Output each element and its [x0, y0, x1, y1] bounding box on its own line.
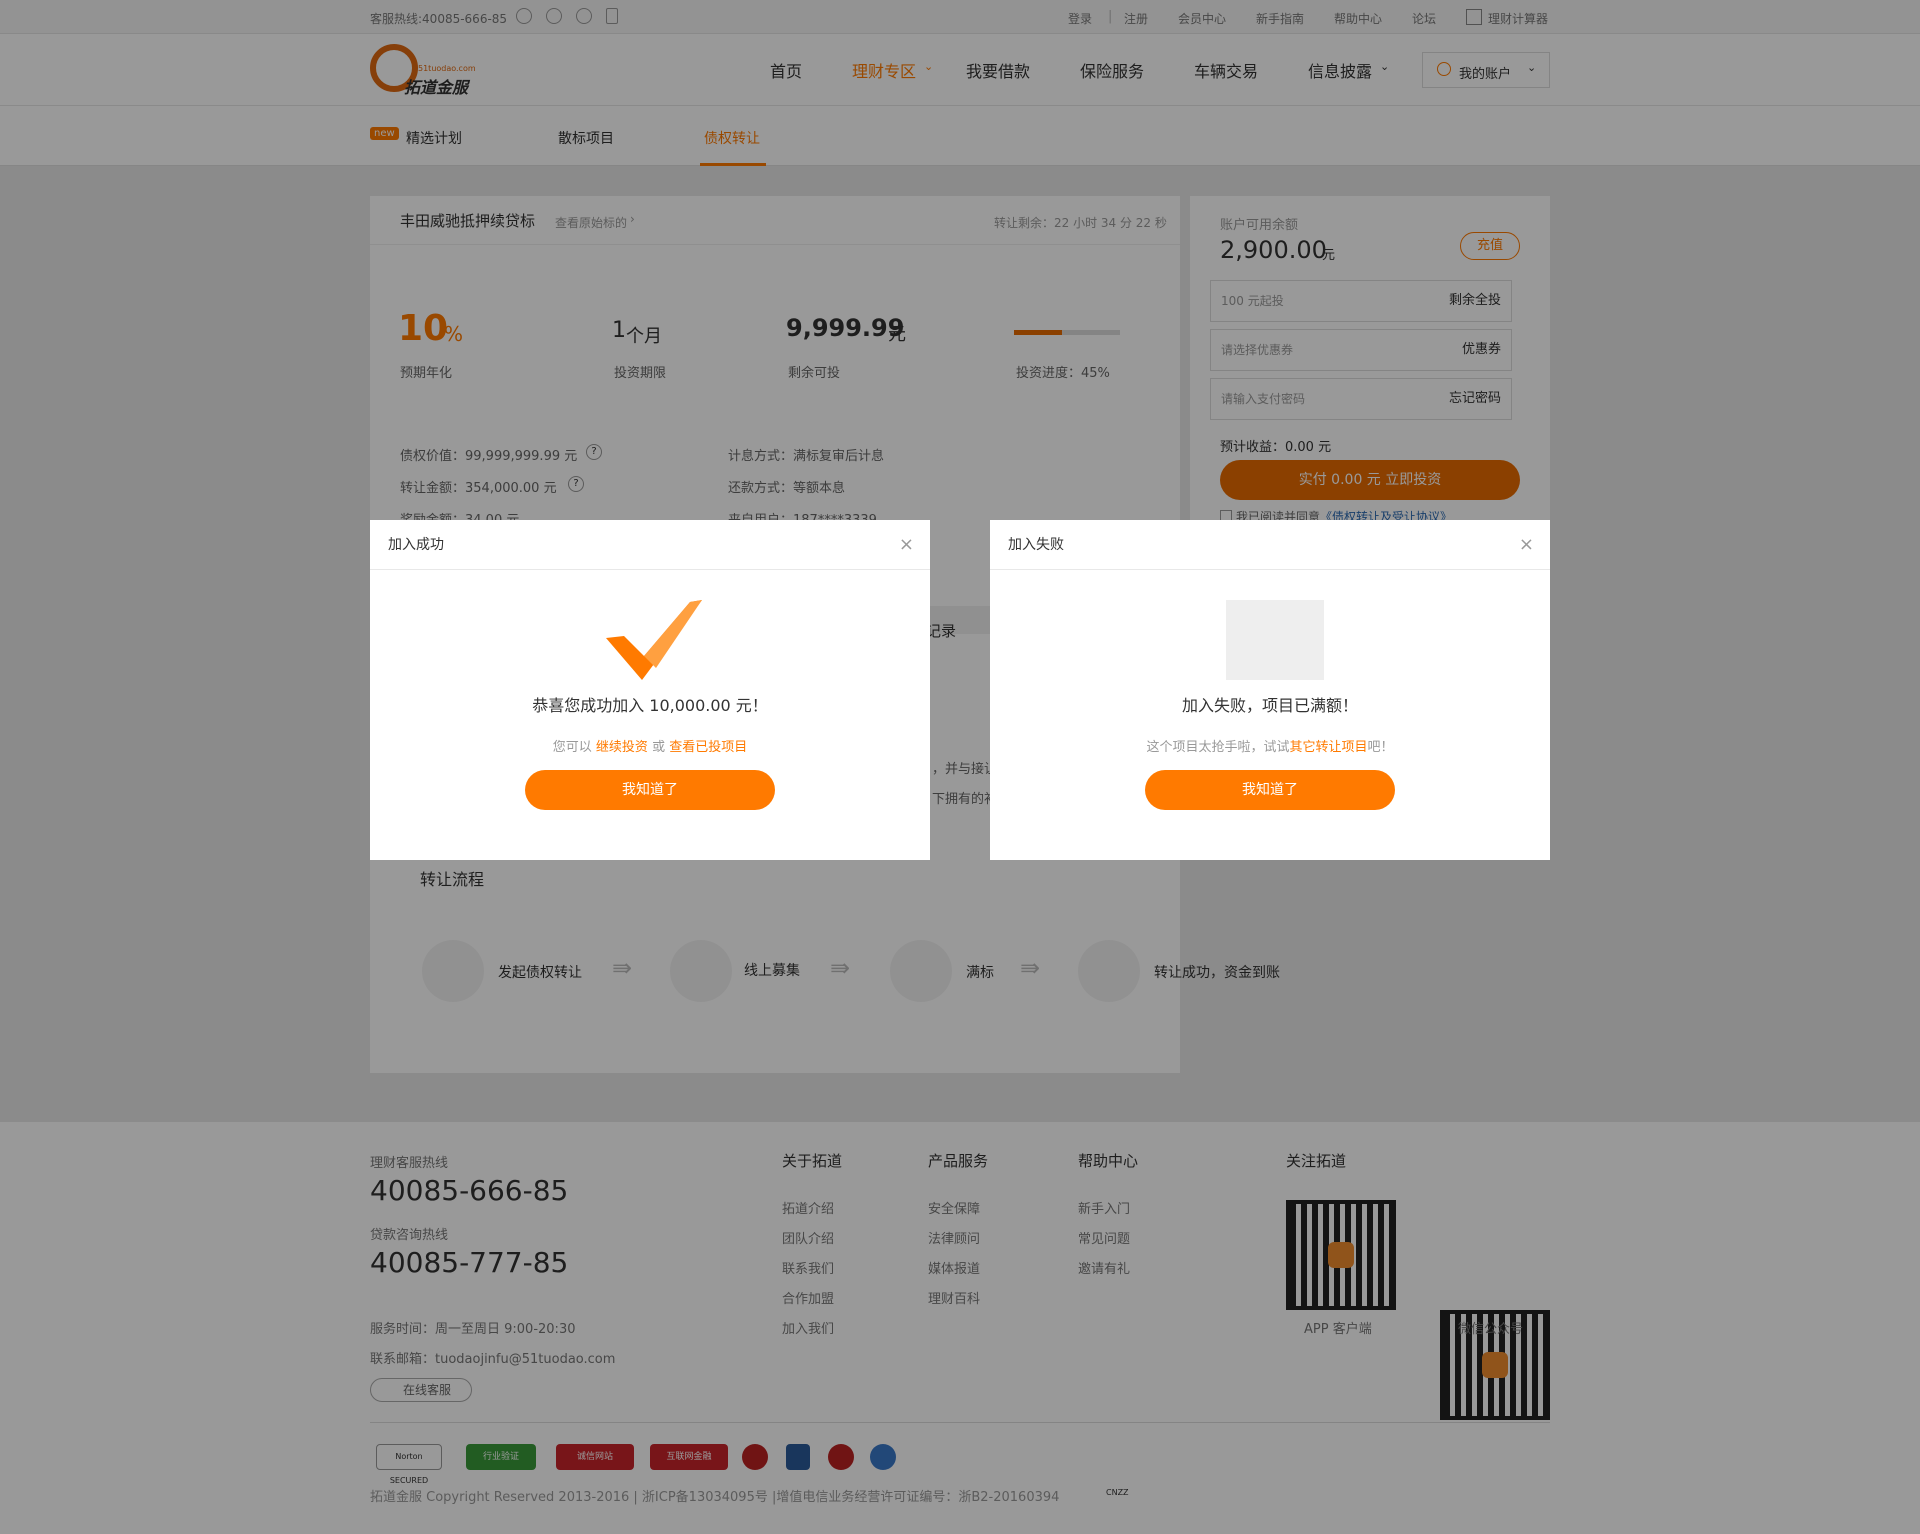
modal-header: 加入失败 × [990, 520, 1550, 570]
modal-title: 加入成功 [388, 537, 444, 553]
checkmark-icon [606, 600, 702, 680]
view-invested-link[interactable]: 查看已投项目 [669, 740, 747, 755]
success-message: 恭喜您成功加入 10,000.00 元！ [532, 696, 768, 715]
other-projects-link[interactable]: 其它转让项目 [1289, 740, 1367, 755]
close-icon[interactable]: × [899, 520, 914, 570]
acknowledge-button[interactable]: 我知道了 [525, 770, 775, 810]
success-modal: 加入成功 × 恭喜您成功加入 10,000.00 元！ 您可以 继续投资 或 查… [370, 520, 930, 860]
close-icon[interactable]: × [1519, 520, 1534, 570]
fail-message: 加入失败，项目已满额！ [1181, 696, 1358, 715]
fail-image-placeholder [1226, 600, 1324, 680]
modal-header: 加入成功 × [370, 520, 930, 570]
acknowledge-button[interactable]: 我知道了 [1145, 770, 1395, 810]
fail-hint: 这个项目太抢手啦，试试其它转让项目吧！ [1146, 740, 1394, 755]
modal-title: 加入失败 [1008, 537, 1064, 553]
continue-invest-link[interactable]: 继续投资 [596, 740, 648, 755]
success-hint: 您可以 继续投资 或 查看已投项目 [552, 740, 748, 755]
modal-overlay[interactable] [0, 0, 1920, 1534]
fail-modal: 加入失败 × 加入失败，项目已满额！ 这个项目太抢手啦，试试其它转让项目吧！ 我… [990, 520, 1550, 860]
